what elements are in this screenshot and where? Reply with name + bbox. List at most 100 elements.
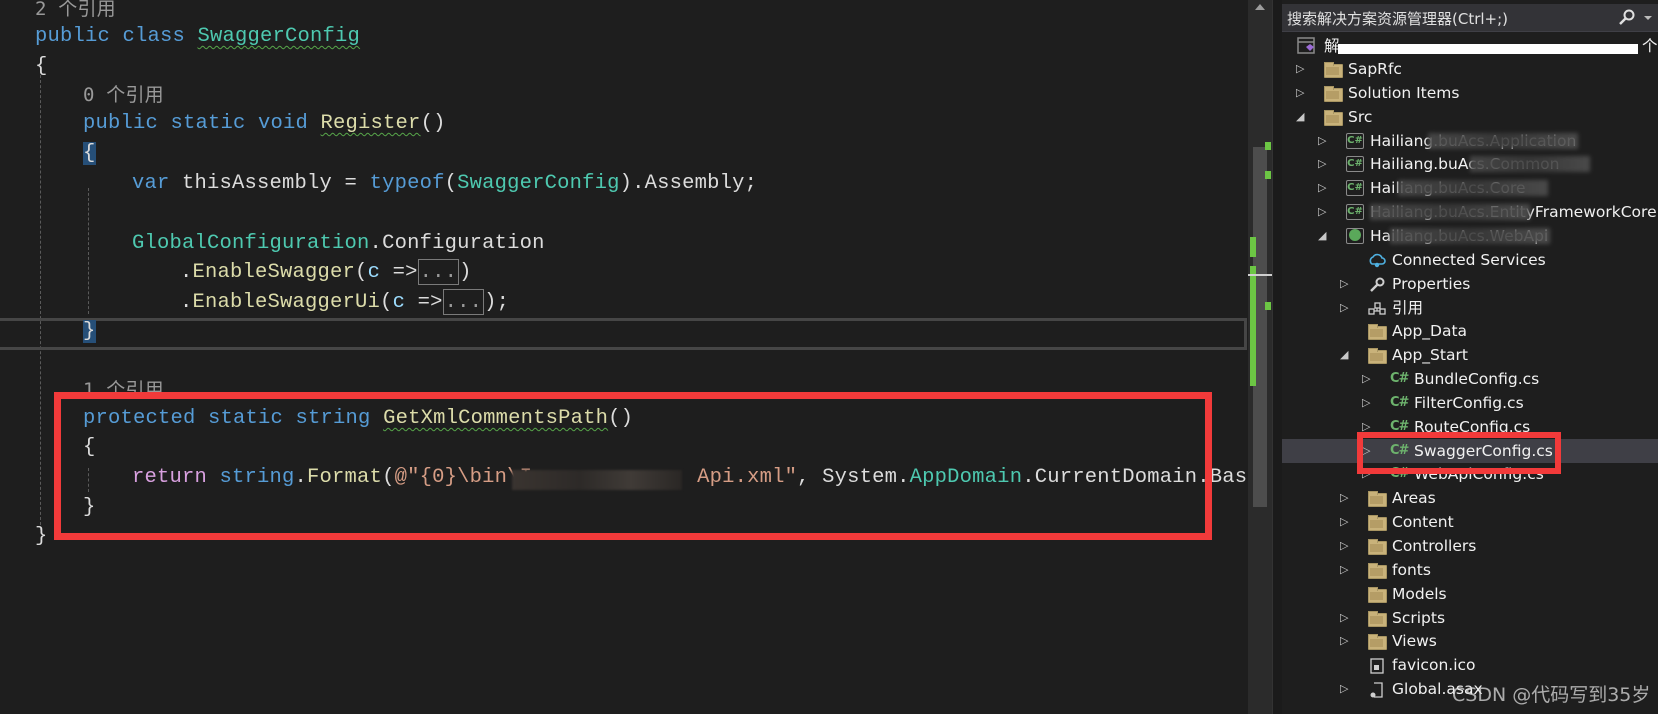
code-line: var thisAssembly = typeof(SwaggerConfig)… [132,169,757,199]
collapsed-arrow-icon[interactable]: ▷ [1340,301,1348,314]
folder-icon [1368,348,1387,365]
folder-icon [1368,491,1387,508]
tree-item-label: Solution Items [1348,83,1460,102]
tree-item[interactable]: ▷ Areas [1282,486,1658,510]
tree-item[interactable]: ◢ App_Start [1282,343,1658,367]
codelens-references[interactable]: 2 个引用 [35,0,116,24]
wrench-icon [1368,276,1386,292]
reference-count[interactable]: 2 个引用 [35,0,116,20]
tree-item[interactable]: ▷C#Hailiang.buAcs.Application [1282,129,1658,153]
collapsed-arrow-icon[interactable]: ▷ [1340,611,1348,624]
tree-item-label: Controllers [1392,537,1477,555]
folder-icon [1324,62,1343,78]
collapsed-arrow-icon[interactable]: ▷ [1340,635,1348,647]
punctuation: () [420,112,446,135]
folder-icon [1368,539,1387,555]
config-file-icon [1368,681,1386,698]
tree-item[interactable]: ▷ Controllers [1282,534,1658,558]
annotation-highlight-box [54,392,1212,540]
csharp-project-icon: C# [1346,156,1364,173]
code-line: { [83,139,96,169]
tree-item[interactable]: ▷ C# Hailiang.buAcs.Common [1282,152,1658,176]
collapsed-arrow-icon[interactable]: ▷ [1340,516,1348,528]
collapsed-arrow-icon[interactable]: ▷ [1340,683,1348,695]
change-marker [1265,142,1271,150]
brace: } [35,525,48,548]
folder-icon [1368,610,1387,627]
collapsed-arrow-icon[interactable]: ▷ [1362,396,1370,409]
tree-item[interactable]: ▷ Content [1282,510,1658,534]
chevron-down-icon[interactable] [1644,16,1652,20]
tree-item[interactable]: ▷ Solution Items [1282,81,1658,105]
expanded-arrow-icon[interactable]: ◢ [1318,229,1326,242]
punctuation: ). [619,172,645,195]
brace-match: } [83,320,96,343]
code-editor[interactable]: 2 个引用 public class SwaggerConfig { 0 个引用… [0,0,1248,714]
reference-count[interactable]: 0 个引用 [83,84,164,106]
indent-guide [88,188,89,314]
collapsed-arrow-icon[interactable]: ▷ [1340,492,1348,504]
expanded-arrow-icon[interactable]: ◢ [1296,110,1304,123]
punctuation: . [180,291,193,314]
change-marker [1250,237,1256,257]
collapsed-arrow-icon[interactable]: ▷ [1362,420,1370,433]
tree-item[interactable]: ▷ C# FilterConfig.cs [1282,391,1658,415]
solution-explorer-search[interactable]: 搜索解决方案资源管理器(Ctrl+;) [1282,4,1658,32]
folder-icon [1368,562,1387,579]
scroll-up-arrow-icon[interactable] [1255,4,1265,10]
collapsed-arrow-icon[interactable]: ▷ [1318,206,1326,218]
csharp-project-icon: C# [1346,180,1364,197]
tree-item-label: FilterConfig.cs [1414,393,1524,412]
collapsed-arrow-icon[interactable]: ▷ [1318,182,1326,194]
tree-item[interactable]: ▷ C# BundleConfig.cs [1282,367,1658,391]
annotation-highlight-box [1357,432,1561,474]
collapsed-arrow-icon[interactable]: ▷ [1318,158,1326,170]
change-marker [1265,302,1271,310]
tree-item[interactable]: App_Data [1282,319,1658,343]
tree-item[interactable]: ◢ Src [1282,105,1658,129]
tree-item-label: BundleConfig.cs [1414,370,1540,389]
type-name: GlobalConfiguration [132,232,370,255]
tree-item[interactable]: favicon.ico [1282,653,1658,677]
redaction-blur [1428,132,1578,149]
tree-item[interactable]: ▷ Views [1282,629,1658,653]
vertical-scrollbar[interactable] [1248,0,1272,714]
tree-item[interactable]: ▷C#Hailiang.buAcs.Core [1282,176,1658,200]
collapsed-arrow-icon[interactable]: ▷ [1318,134,1326,147]
solution-icon [1297,37,1315,54]
tree-item-label: Views [1392,632,1437,651]
tree-item[interactable]: ▷C#Hailiang.buAcs.EntityFrameworkCore [1282,200,1658,224]
redaction-bar [1338,44,1638,54]
current-line-highlight [0,318,1247,350]
tree-item[interactable]: ▷ 引用 [1282,296,1658,320]
collapsed-arrow-icon[interactable]: ▷ [1340,277,1348,290]
property: Assembly [644,172,745,195]
collapsed-arrow-icon[interactable]: ▷ [1296,63,1304,75]
tree-item[interactable]: ◢Hailiang.buAcs.WebApi [1282,224,1658,248]
collapsed-arrow-icon[interactable]: ▷ [1296,86,1304,99]
tree-item[interactable]: Connected Services [1282,248,1658,272]
folder-icon [1324,109,1343,126]
tree-item[interactable]: ▷ Scripts [1282,606,1658,630]
collapsed-arrow-icon[interactable]: ▷ [1340,563,1348,576]
collapsed-arrow-icon[interactable]: ▷ [1340,540,1348,552]
collapsed-region[interactable]: ... [417,258,460,285]
collapsed-region[interactable]: ... [442,288,485,315]
keyword: public class [35,25,198,48]
keyword: typeof [369,172,445,195]
indent-guide [40,70,41,530]
tree-item[interactable]: ▷ Properties [1282,272,1658,296]
expanded-arrow-icon[interactable]: ◢ [1340,349,1348,361]
code-line: } [35,522,48,552]
punctuation: ( [355,261,368,284]
search-icon[interactable] [1618,8,1636,26]
tree-item[interactable]: ▷ fonts [1282,558,1658,582]
tree-item[interactable]: Models [1282,582,1658,606]
codelens-references[interactable]: 0 个引用 [83,80,164,110]
tree-item[interactable]: ▷ SapRfc [1282,57,1658,81]
search-input[interactable]: 搜索解决方案资源管理器(Ctrl+;) [1287,8,1508,29]
solution-node[interactable]: 解 个 [1282,34,1658,58]
code-line: } [83,317,96,347]
property: Configuration [382,232,545,255]
collapsed-arrow-icon[interactable]: ▷ [1362,373,1370,385]
